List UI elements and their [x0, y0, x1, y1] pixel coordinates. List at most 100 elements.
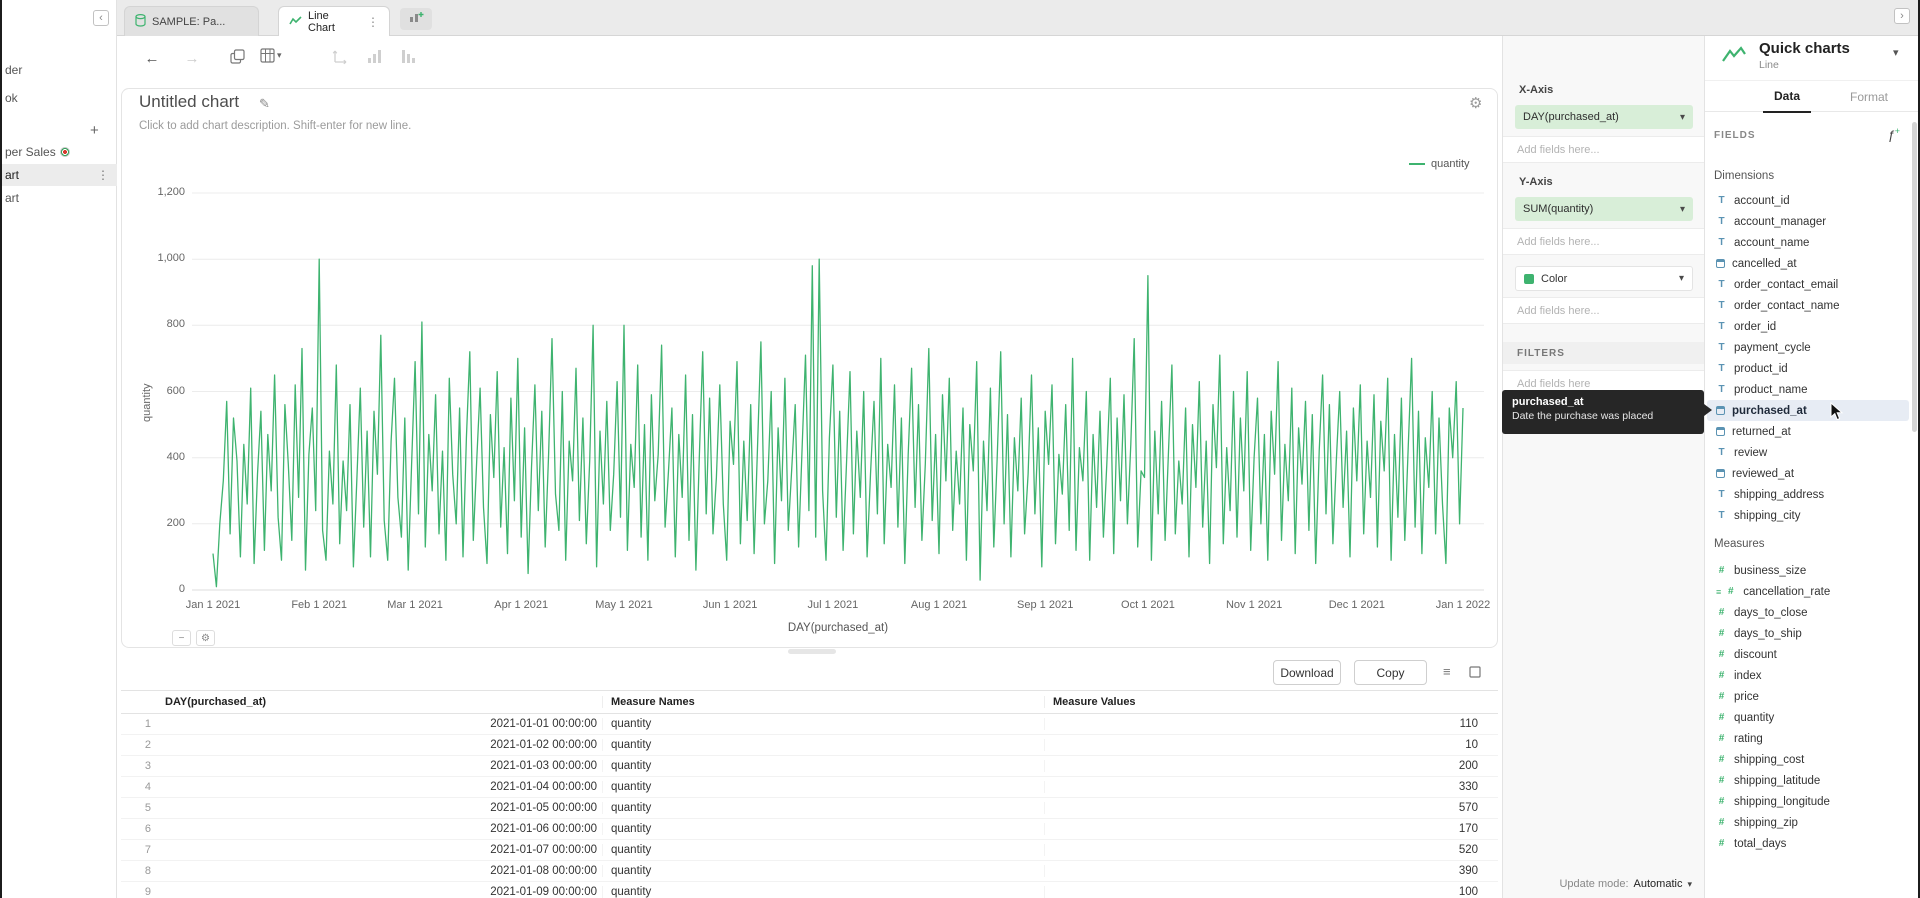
sidebar-item[interactable]: art	[2, 187, 117, 209]
filters-add-fields[interactable]: Add fields here	[1503, 370, 1705, 397]
measure-field-quantity[interactable]: #quantity	[1707, 707, 1909, 728]
dimension-field-account_manager[interactable]: Taccount_manager	[1707, 211, 1909, 232]
sidebar-add-button[interactable]: +	[90, 122, 99, 139]
update-mode-value[interactable]: Automatic	[1634, 878, 1683, 890]
table-row[interactable]: 32021-01-03 00:00:00quantity200	[121, 756, 1498, 777]
dimension-field-purchased_at[interactable]: purchased_at	[1707, 400, 1909, 421]
x-axis-add-fields[interactable]: Add fields here...	[1503, 136, 1705, 163]
table-row[interactable]: 72021-01-07 00:00:00quantity520	[121, 840, 1498, 861]
sidebar-item[interactable]: der	[2, 59, 117, 81]
table-row[interactable]: 42021-01-04 00:00:00quantity330	[121, 777, 1498, 798]
dimension-field-shipping_city[interactable]: Tshipping_city	[1707, 505, 1909, 526]
tab-line-chart[interactable]: Line Chart ⋮	[278, 6, 390, 37]
column-header[interactable]: DAY(purchased_at)	[157, 696, 602, 708]
back-button[interactable]: ←	[139, 46, 165, 70]
sidebar-item[interactable]: per Sales	[2, 141, 117, 163]
dimension-field-account_name[interactable]: Taccount_name	[1707, 232, 1909, 253]
dimension-field-returned_at[interactable]: returned_at	[1707, 421, 1909, 442]
dimension-field-order_contact_name[interactable]: Torder_contact_name	[1707, 295, 1909, 316]
sidebar-item[interactable]: art ⋮	[2, 164, 117, 186]
chevron-down-icon[interactable]: ▾	[1679, 273, 1684, 284]
dimension-field-payment_cycle[interactable]: Tpayment_cycle	[1707, 337, 1909, 358]
sort-descending-button[interactable]	[400, 48, 417, 65]
download-button[interactable]: Download	[1273, 660, 1341, 685]
dimension-field-review[interactable]: Treview	[1707, 442, 1909, 463]
measure-field-discount[interactable]: #discount	[1707, 644, 1909, 665]
panel-resize-handle[interactable]	[788, 649, 836, 654]
sort-ascending-button[interactable]	[366, 48, 383, 65]
dimension-field-reviewed_at[interactable]: reviewed_at	[1707, 463, 1909, 484]
table-row[interactable]: 52021-01-05 00:00:00quantity570	[121, 798, 1498, 819]
tab-sample-database[interactable]: SAMPLE: Pa...	[124, 6, 259, 36]
measure-field-days_to_ship[interactable]: #days_to_ship	[1707, 623, 1909, 644]
edit-title-icon[interactable]: ✎	[259, 96, 270, 112]
measure-field-shipping_latitude[interactable]: #shipping_latitude	[1707, 770, 1909, 791]
drag-handle-icon: ≡	[1716, 587, 1721, 597]
chart-options-button[interactable]: ⚙	[196, 630, 215, 646]
calendar-icon	[1716, 259, 1725, 268]
zoom-out-button[interactable]: −	[172, 630, 191, 646]
tab-format[interactable]: Format	[1841, 81, 1897, 113]
sidebar-item[interactable]: ok	[2, 87, 117, 109]
expand-results-icon[interactable]	[1469, 666, 1481, 678]
table-row[interactable]: 82021-01-08 00:00:00quantity390	[121, 861, 1498, 882]
new-chart-button[interactable]	[400, 8, 432, 30]
forward-button[interactable]: →	[179, 46, 205, 70]
x-axis-field-pill[interactable]: DAY(purchased_at) ▾	[1515, 105, 1693, 129]
measure-field-business_size[interactable]: #business_size	[1707, 560, 1909, 581]
column-header[interactable]: Measure Values	[1044, 696, 1498, 708]
copy-button[interactable]: Copy	[1354, 660, 1427, 685]
column-header[interactable]: Measure Names	[602, 696, 1044, 708]
chart-plot-svg[interactable]	[192, 185, 1484, 597]
item-menu-icon[interactable]: ⋮	[97, 168, 109, 182]
color-section-header[interactable]: Color ▾	[1515, 266, 1693, 291]
chevron-down-icon[interactable]: ▾	[1893, 46, 1899, 59]
measure-field-shipping_zip[interactable]: #shipping_zip	[1707, 812, 1909, 833]
table-row[interactable]: 12021-01-01 00:00:00quantity110	[121, 714, 1498, 735]
dimension-field-order_id[interactable]: Torder_id	[1707, 316, 1909, 337]
chevron-down-icon[interactable]: ▾	[1680, 204, 1685, 215]
measure-field-cancellation_rate[interactable]: ≡#cancellation_rate	[1707, 581, 1909, 602]
swap-axes-button[interactable]	[332, 48, 349, 65]
y-axis-section-label: Y-Axis	[1519, 176, 1553, 188]
fields-scrollbar[interactable]	[1912, 122, 1917, 432]
measure-field-total_days[interactable]: #total_days	[1707, 833, 1909, 854]
table-row[interactable]: 92021-01-09 00:00:00quantity100	[121, 882, 1498, 898]
table-row[interactable]: 22021-01-02 00:00:00quantity10	[121, 735, 1498, 756]
dimension-field-order_contact_email[interactable]: Torder_contact_email	[1707, 274, 1909, 295]
chart-description-placeholder[interactable]: Click to add chart description. Shift-en…	[139, 120, 411, 132]
dimension-field-cancelled_at[interactable]: cancelled_at	[1707, 253, 1909, 274]
tab-data[interactable]: Data	[1763, 81, 1811, 113]
collapse-left-panel-button[interactable]: ‹	[93, 10, 109, 26]
dimension-field-account_id[interactable]: Taccount_id	[1707, 190, 1909, 211]
color-add-fields[interactable]: Add fields here...	[1503, 297, 1705, 324]
dimension-field-product_id[interactable]: Tproduct_id	[1707, 358, 1909, 379]
dimension-field-shipping_address[interactable]: Tshipping_address	[1707, 484, 1909, 505]
y-axis-add-fields[interactable]: Add fields here...	[1503, 228, 1705, 255]
tab-menu-icon[interactable]: ⋮	[367, 15, 379, 29]
measure-field-rating[interactable]: #rating	[1707, 728, 1909, 749]
results-table-toggle-icon[interactable]: ≡	[1443, 664, 1451, 679]
chart-settings-icon[interactable]: ⚙	[1469, 94, 1482, 112]
measure-field-shipping_longitude[interactable]: #shipping_longitude	[1707, 791, 1909, 812]
table-row[interactable]: 62021-01-06 00:00:00quantity170	[121, 819, 1498, 840]
expand-right-panel-button[interactable]: ›	[1894, 8, 1910, 24]
measure-field-price[interactable]: #price	[1707, 686, 1909, 707]
chart-title[interactable]: Untitled chart	[139, 92, 239, 112]
measure-field-index[interactable]: #index	[1707, 665, 1909, 686]
dimension-field-product_name[interactable]: Tproduct_name	[1707, 379, 1909, 400]
measure-field-shipping_cost[interactable]: #shipping_cost	[1707, 749, 1909, 770]
measure-name-cell: quantity	[602, 802, 1044, 814]
add-calculated-field-icon[interactable]: ƒ+	[1888, 126, 1901, 142]
duplicate-chart-button[interactable]	[229, 48, 246, 65]
sidebar-item-label: art	[5, 191, 19, 205]
chevron-down-icon[interactable]: ▾	[1687, 879, 1692, 890]
number-icon: #	[1716, 733, 1727, 744]
table-display-menu-button[interactable]: ▾	[260, 48, 282, 63]
y-tick-label: 0	[179, 583, 185, 595]
y-axis-field-pill[interactable]: SUM(quantity) ▾	[1515, 197, 1693, 221]
x-tick-label: Jan 1 2022	[1436, 599, 1490, 611]
sidebar-item-label: art	[5, 168, 19, 182]
measure-field-days_to_close[interactable]: #days_to_close	[1707, 602, 1909, 623]
chevron-down-icon[interactable]: ▾	[1680, 112, 1685, 123]
